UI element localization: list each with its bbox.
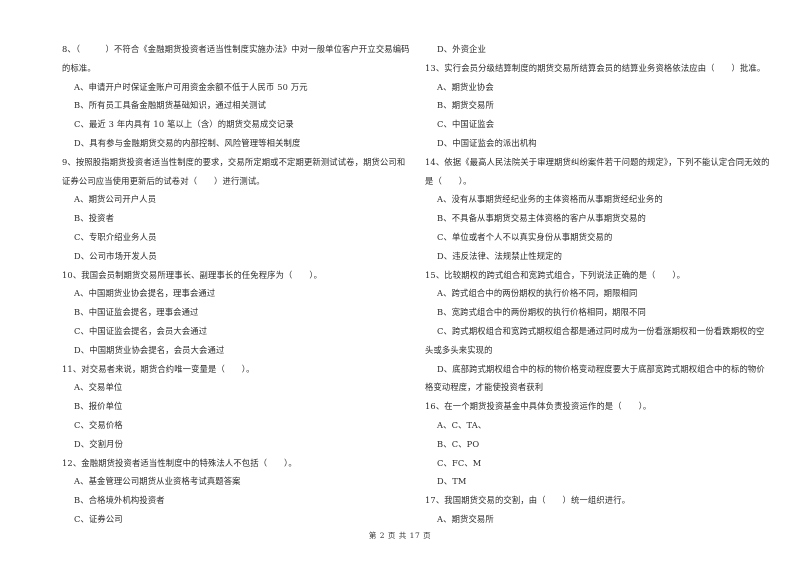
- answer-option: D、中国证监会的派出机构: [437, 137, 537, 148]
- answer-option: D、具有参与金融期货交易的内部控制、风险管理等相关制度: [74, 137, 301, 148]
- answer-option: A、中国期货业协会提名，理事会通过: [74, 288, 216, 299]
- answer-option: A、跨式组合中的两份期权的执行价格不同，期限相同: [437, 288, 638, 299]
- text-continuation: 证券公司应当使用更新后的试卷对（ ）进行测试。: [62, 175, 265, 186]
- question-stem: 14、依据《最高人民法院关于审理期货纠纷案件若干问题的规定》，下列不能认定合同无…: [425, 156, 770, 167]
- answer-option: A、期货公司开户人员: [74, 194, 157, 205]
- answer-option: D、公司市场开发人员: [74, 250, 157, 261]
- answer-option: D、底部跨式期权组合中的标的物价格变动程度要大于底部宽跨式期权组合中的标的物价: [437, 363, 765, 374]
- left-column: 8、（ ）不符合《金融期货投资者适当性制度实施办法》中对一般单位客户开立交易编码…: [62, 40, 410, 529]
- answer-option: A、期货交易所: [437, 513, 494, 524]
- answer-option: A、交易单位: [74, 382, 123, 393]
- question-stem: 9、按照股指期货投资者适当性制度的要求，交易所定期或不定期更新测试试卷，期货公司…: [62, 156, 406, 167]
- question-stem: 10、我国会员制期货交易所理事长、副理事长的任免程序为（ ）。: [62, 269, 323, 280]
- answer-option: C、最近 3 年内具有 10 笔以上（含）的期货交易成交记录: [74, 119, 294, 130]
- answer-option: C、跨式期权组合和宽跨式期权组合都是通过同时成为一份看涨期权和一份看跌期权的空: [437, 325, 765, 336]
- question-stem: 12、金融期货投资者适当性制度中的特殊法人不包括（ ）。: [62, 457, 297, 468]
- answer-option: B、合格境外机构投资者: [74, 495, 165, 506]
- answer-option: C、中国证监会: [437, 119, 495, 130]
- text-continuation: 格变动程度，才能使投资者获利: [425, 382, 544, 393]
- text-continuation: 头或多头来实现的: [425, 344, 493, 355]
- answer-option: B、中国证监会提名，理事会通过: [74, 307, 199, 318]
- answer-option: B、报价单位: [74, 401, 123, 412]
- answer-option: C、证券公司: [74, 513, 123, 524]
- answer-option: D、违反法律、法规禁止性规定的: [437, 250, 563, 261]
- question-stem: 13、实行会员分级结算制度的期货交易所结算会员的结算业务资格依法应由（ ）批准。: [425, 62, 766, 73]
- answer-option: D、TM: [437, 476, 467, 487]
- answer-option: C、中国证监会提名，会员大会通过: [74, 325, 208, 336]
- answer-option: B、所有员工具备金融期货基础知识，通过相关测试: [74, 100, 267, 111]
- answer-option: B、C、PO: [437, 438, 480, 449]
- answer-option: B、投资者: [74, 213, 115, 224]
- answer-option: C、单位或者个人不以真实身份从事期货交易的: [437, 231, 613, 242]
- answer-option: A、没有从事期货经纪业务的主体资格而从事期货经纪业务的: [437, 194, 663, 205]
- text-continuation: 是（ ）。: [425, 175, 472, 186]
- answer-option: D、交割月份: [74, 438, 124, 449]
- answer-option: A、申请开户时保证金账户可用资金余额不低于人民币 50 万元: [74, 81, 308, 92]
- answer-option: D、中国期货业协会提名，会员大会通过: [74, 344, 225, 355]
- question-stem: 16、在一个期货投资基金中具体负责投资运作的是（ ）。: [425, 401, 652, 412]
- text-continuation: 的标准。: [62, 62, 96, 73]
- answer-option: C、专职介绍业务人员: [74, 231, 157, 242]
- answer-option: B、不具备从事期货交易主体资格的客户从事期货交易的: [437, 213, 646, 224]
- answer-option: C、交易价格: [74, 419, 123, 430]
- answer-option: A、期货业协会: [437, 81, 494, 92]
- answer-option: B、宽跨式组合中的两份期权的执行价格相同，期限不同: [437, 307, 646, 318]
- question-stem: 8、（ ）不符合《金融期货投资者适当性制度实施办法》中对一般单位客户开立交易编码: [62, 44, 410, 54]
- answer-option: A、C、TA、: [437, 419, 487, 430]
- page-footer: 第 2 页 共 17 页: [368, 531, 432, 540]
- question-stem: 17、我国期货交易的交割，由（ ）统一组织进行。: [425, 495, 631, 506]
- question-stem: 15、比较期权的跨式组合和宽跨式组合，下列说法正确的是（ ）。: [425, 269, 686, 280]
- answer-option: A、基金管理公司期货从业资格考试真题答案: [74, 476, 241, 487]
- right-column: D、外资企业 13、实行会员分级结算制度的期货交易所结算会员的结算业务资格依法应由…: [425, 40, 770, 529]
- answer-option: C、FC、M: [437, 457, 482, 468]
- question-stem: 11、对交易者来说，期货合约唯一变量是（ ）。: [62, 363, 255, 374]
- answer-option: B、期货交易所: [437, 100, 494, 111]
- answer-option: D、外资企业: [437, 44, 487, 54]
